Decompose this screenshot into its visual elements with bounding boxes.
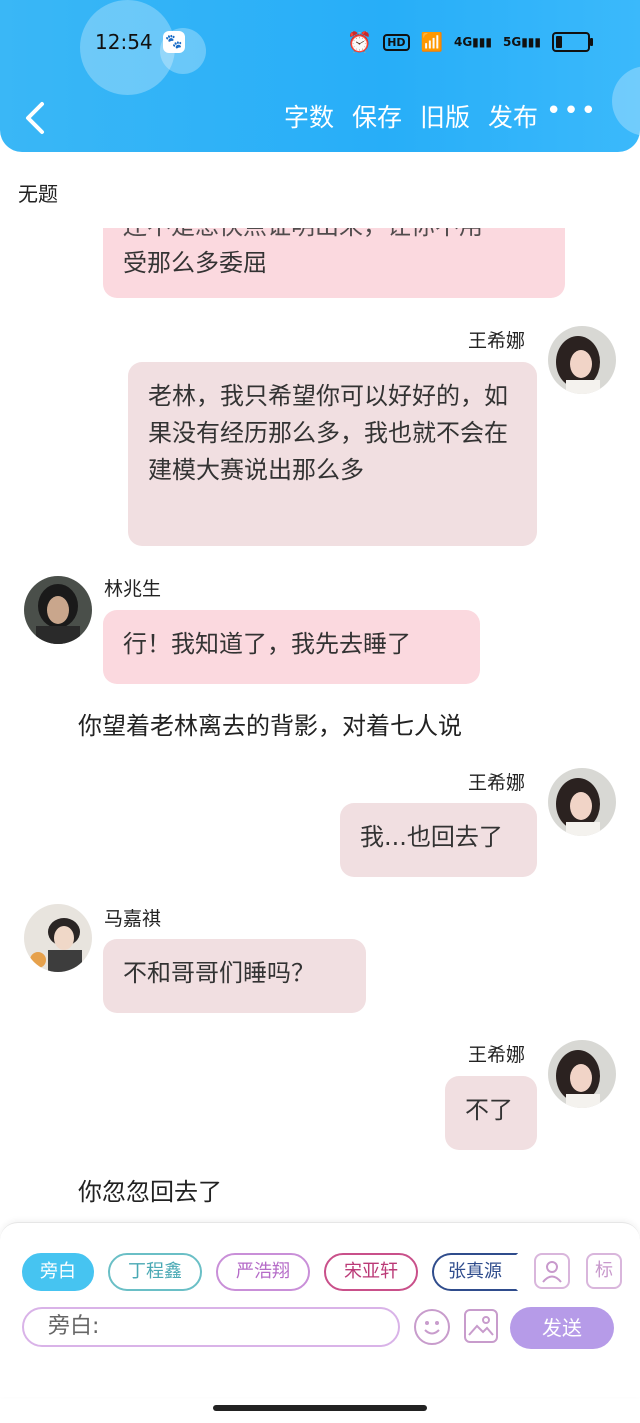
status-time: 12:54 bbox=[95, 30, 153, 54]
alarm-icon: ⏰ bbox=[347, 30, 373, 54]
image-icon bbox=[468, 1316, 494, 1336]
wifi-icon: 📶 bbox=[420, 31, 443, 53]
hd-badge: HD bbox=[383, 33, 410, 51]
more-button[interactable]: ••• bbox=[546, 96, 598, 126]
message-input[interactable]: 旁白: bbox=[22, 1307, 400, 1347]
role-chip-narration[interactable]: 旁白 bbox=[22, 1253, 94, 1291]
role-chip[interactable]: 张真源 bbox=[432, 1253, 518, 1291]
message-bubble[interactable]: 行！我知道了，我先去睡了 bbox=[103, 610, 480, 684]
header-actions: 字数 保存 旧版 发布 bbox=[284, 100, 538, 136]
speaker-name: 马嘉祺 bbox=[104, 908, 162, 930]
document-title[interactable]: 无题 bbox=[18, 178, 58, 207]
decor-bubble bbox=[612, 66, 640, 136]
emoji-button[interactable] bbox=[414, 1309, 450, 1345]
message-bubble[interactable]: 还不是想快点证明出来，让你不用 受那么多委屈 bbox=[103, 228, 565, 298]
speaker-name: 王希娜 bbox=[468, 330, 526, 352]
add-character-button[interactable] bbox=[534, 1253, 570, 1289]
role-chip[interactable]: 宋亚轩 bbox=[324, 1253, 418, 1291]
avatar[interactable] bbox=[24, 576, 92, 644]
composer-panel: 旁白 丁程鑫 严浩翔 宋亚轩 张真源 标 旁白: 发送 bbox=[0, 1222, 640, 1397]
message-text: 老林，我只希望你可以好好的，如果没有经历那么多，我也就不会在建模大赛说出那么多 bbox=[148, 382, 508, 484]
mark-button[interactable]: 标 bbox=[586, 1253, 622, 1289]
narration-text[interactable]: 你忽忽回去了 bbox=[78, 1172, 222, 1207]
message-text: 我...也回去了 bbox=[360, 823, 503, 851]
signal-4g-icon: 4G▮▮▮ bbox=[453, 35, 492, 49]
home-indicator[interactable] bbox=[213, 1405, 427, 1411]
publish-button[interactable]: 发布 bbox=[488, 100, 538, 136]
speaker-name: 林兆生 bbox=[104, 578, 162, 600]
speaker-name: 王希娜 bbox=[468, 1044, 526, 1066]
role-chip[interactable]: 严浩翔 bbox=[216, 1253, 310, 1291]
save-button[interactable]: 保存 bbox=[352, 100, 402, 136]
message-text: 受那么多委屈 bbox=[123, 249, 267, 277]
avatar[interactable] bbox=[548, 768, 616, 836]
signal-5g-icon: 5G▮▮▮ bbox=[502, 35, 541, 49]
message-bubble[interactable]: 不了 bbox=[445, 1076, 537, 1150]
narration-text[interactable]: 你望着老林离去的背影，对着七人说 bbox=[78, 706, 462, 741]
message-text: 不和哥哥们睡吗？ bbox=[123, 959, 315, 987]
message-bubble[interactable]: 我...也回去了 bbox=[340, 803, 537, 877]
person-icon bbox=[542, 1261, 562, 1283]
back-button[interactable] bbox=[22, 100, 52, 136]
image-button[interactable] bbox=[464, 1309, 498, 1343]
avatar[interactable] bbox=[548, 1040, 616, 1108]
old-version-button[interactable]: 旧版 bbox=[420, 100, 470, 136]
battery-icon bbox=[552, 32, 593, 52]
message-text: 行！我知道了，我先去睡了 bbox=[123, 630, 411, 658]
send-button[interactable]: 发送 bbox=[510, 1307, 614, 1349]
avatar[interactable] bbox=[548, 326, 616, 394]
message-text: 不了 bbox=[465, 1096, 513, 1124]
smiley-icon bbox=[424, 1321, 440, 1335]
baidu-paw-icon: 🐾 bbox=[163, 31, 185, 53]
speaker-name: 王希娜 bbox=[468, 772, 526, 794]
avatar[interactable] bbox=[24, 904, 92, 972]
word-count-button[interactable]: 字数 bbox=[284, 100, 334, 136]
message-text-partial: 还不是想快点证明出来，让你不用 bbox=[123, 228, 545, 245]
message-bubble[interactable]: 不和哥哥们睡吗？ bbox=[103, 939, 366, 1013]
message-bubble[interactable]: 老林，我只希望你可以好好的，如果没有经历那么多，我也就不会在建模大赛说出那么多 bbox=[128, 362, 537, 546]
top-bar: 12:54 🐾 ⏰ HD 📶 4G▮▮▮ 5G▮▮▮ 字数 保存 旧版 发布 •… bbox=[0, 0, 640, 152]
chevron-left-icon bbox=[26, 102, 44, 134]
status-icons: ⏰ HD 📶 4G▮▮▮ 5G▮▮▮ bbox=[347, 30, 593, 54]
role-chip[interactable]: 丁程鑫 bbox=[108, 1253, 202, 1291]
chat-area[interactable]: 还不是想快点证明出来，让你不用 受那么多委屈 王希娜 老林，我只希望你可以好好的… bbox=[0, 228, 640, 1218]
